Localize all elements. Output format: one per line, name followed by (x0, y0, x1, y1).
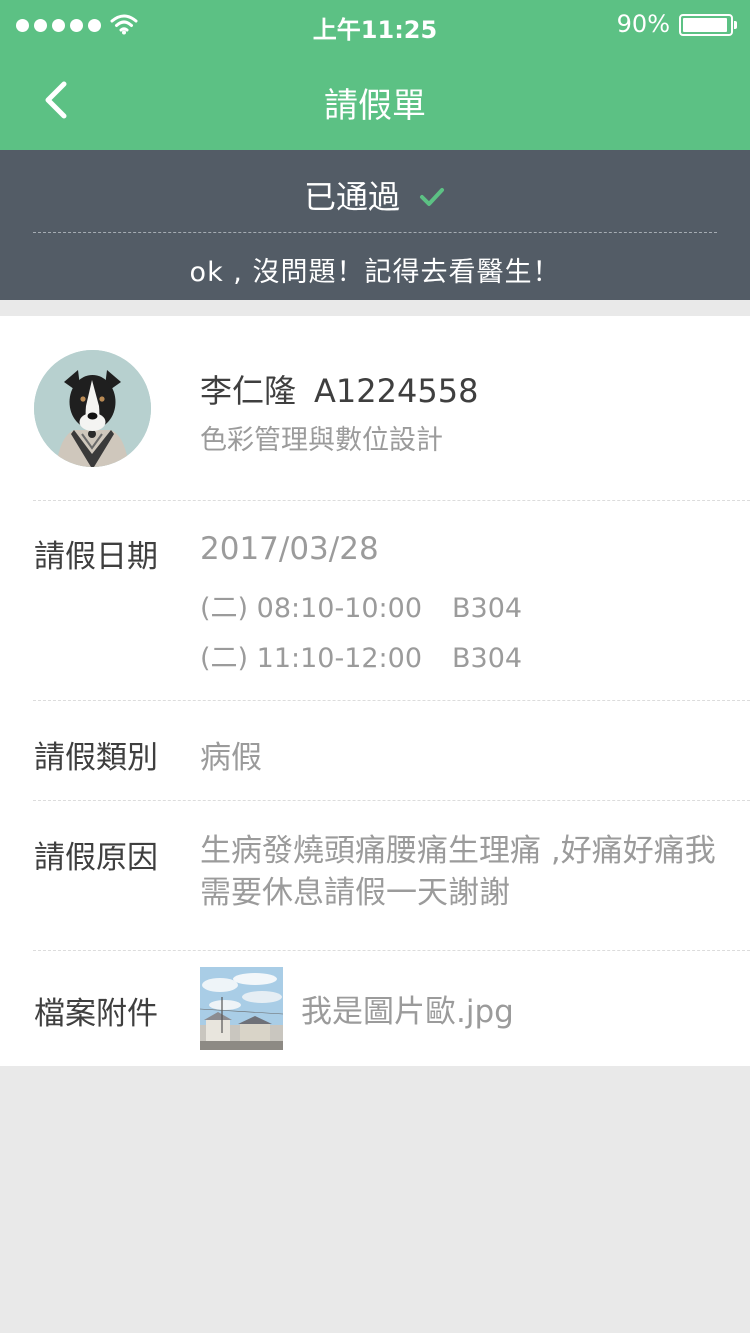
session-room: B304 (452, 593, 523, 624)
status-bar: 上午11:25 90% (0, 0, 750, 50)
attachment-thumbnail[interactable] (200, 967, 283, 1050)
session-time: (二) 08:10-10:00 (200, 593, 423, 624)
attachment-filename[interactable]: 我是圖片歐.jpg (301, 986, 514, 1031)
student-name-line: 李仁隆 A1224558 (200, 366, 478, 412)
leave-session-item: (二) 11:10-12:00 B304 (200, 636, 522, 675)
leave-date-label: 請假日期 (34, 539, 158, 575)
row-divider (33, 500, 750, 501)
leave-date-value: 2017/03/28 (200, 531, 379, 567)
row-divider (33, 800, 750, 801)
navigation-bar: 請假單 (0, 50, 750, 150)
attachment-label: 檔案附件 (34, 996, 158, 1032)
session-room: B304 (452, 643, 523, 674)
approval-status-text: 已通過 (303, 178, 400, 216)
page-title: 請假單 (324, 86, 426, 126)
student-department: 色彩管理與數位設計 (200, 425, 443, 456)
leave-type-value: 病假 (200, 740, 262, 776)
battery-percentage: 90% (616, 10, 670, 38)
student-id: A1224558 (314, 372, 479, 410)
leave-reason-label: 請假原因 (34, 840, 158, 876)
row-divider (33, 950, 750, 951)
dog-portrait-image (34, 350, 151, 467)
dashed-divider (33, 232, 717, 233)
attachment-image (200, 967, 283, 1050)
session-time: (二) 11:10-12:00 (200, 643, 423, 674)
leave-type-label: 請假類別 (34, 740, 158, 776)
battery-icon (679, 14, 737, 36)
leave-session-item: (二) 08:10-10:00 B304 (200, 586, 522, 625)
row-divider (33, 700, 750, 701)
approval-message: ok , 沒問題！記得去看醫生！ (189, 257, 561, 288)
leave-reason-value: 生病發燒頭痛腰痛生理痛 ,好痛好痛我需要休息請假一天謝謝 (200, 833, 716, 911)
student-name: 李仁隆 (200, 372, 297, 410)
avatar (34, 350, 151, 467)
checkmark-icon (420, 188, 444, 206)
approval-status-panel: 已通過 ok , 沒問題！記得去看醫生！ (0, 150, 750, 300)
leave-form-card: 李仁隆 A1224558 色彩管理與數位設計 請假日期 2017/03/28 (二… (0, 316, 750, 1066)
approval-status-row: 已通過 (0, 172, 750, 218)
